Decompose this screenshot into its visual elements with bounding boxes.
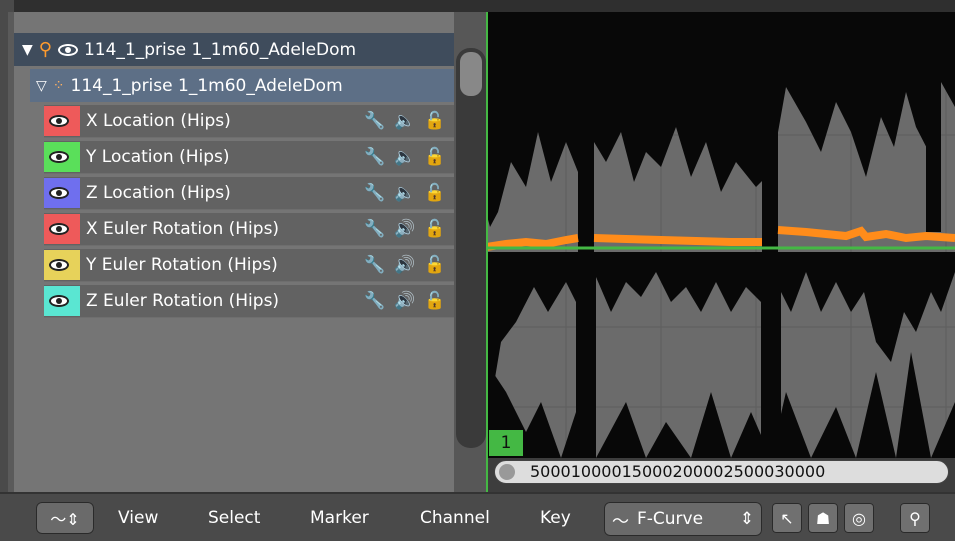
graph-canvas[interactable] xyxy=(486,12,955,458)
ghost-icon[interactable]: ☗ xyxy=(808,503,838,533)
fcurve-channel-row[interactable]: X Location (Hips) 🔧 🔈 🔓 xyxy=(44,105,454,138)
expand-triangle-icon[interactable]: ▽ xyxy=(36,78,47,94)
lower-noise-curves xyxy=(486,252,955,432)
menu-marker[interactable]: Marker xyxy=(310,508,369,528)
upper-noise-curves xyxy=(486,12,955,227)
expand-triangle-icon[interactable]: ▼ xyxy=(22,42,33,58)
frame-tick-label: 5000 xyxy=(530,462,571,481)
lock-open-icon[interactable]: 🔓 xyxy=(424,291,446,311)
fcurve-channel-name: Y Euler Rotation (Hips) xyxy=(86,255,278,275)
armature-icon: ⚲ xyxy=(38,39,52,60)
fcurve-channel-row[interactable]: Z Euler Rotation (Hips) 🔧 🔊 🔓 xyxy=(44,285,454,318)
fcurve-mode-select[interactable]: 〜 F-Curve ⇕ xyxy=(604,502,762,536)
speaker-muted-icon[interactable]: 🔈 xyxy=(394,111,416,131)
visibility-eye-icon[interactable] xyxy=(49,115,69,127)
curve-plot xyxy=(486,12,955,458)
frame-tick-label: 25000 xyxy=(723,462,775,481)
fcurve-channel-row[interactable]: Y Euler Rotation (Hips) 🔧 🔊 🔓 xyxy=(44,249,454,282)
visibility-eye-icon[interactable] xyxy=(49,295,69,307)
channel-color-swatch[interactable] xyxy=(44,142,80,172)
action-channel-row[interactable]: ▽ ⁘ 114_1_prise 1_1m60_AdeleDom xyxy=(30,69,454,102)
channel-color-swatch[interactable] xyxy=(44,106,80,136)
frame-tick-label: 15000 xyxy=(621,462,673,481)
menu-select[interactable]: Select xyxy=(208,508,260,528)
target-icon[interactable]: ◎ xyxy=(844,503,874,533)
header-toolbar: 〜⇕ View Select Marker Channel Key 〜 F-Cu… xyxy=(0,492,955,541)
menu-channel[interactable]: Channel xyxy=(420,508,490,528)
fcurve-channel-name: X Euler Rotation (Hips) xyxy=(86,219,280,239)
visibility-eye-icon[interactable] xyxy=(57,43,78,56)
lock-open-icon[interactable]: 🔓 xyxy=(424,183,446,203)
action-channel-name: 114_1_prise 1_1m60_AdeleDom xyxy=(70,75,343,96)
visibility-eye-icon[interactable] xyxy=(49,151,69,163)
zoom-icon[interactable]: ⚲ xyxy=(900,503,930,533)
fcurve-mode-label: F-Curve xyxy=(637,509,704,529)
editor-type-selector[interactable]: 〜⇕ xyxy=(36,502,94,534)
lock-open-icon[interactable]: 🔓 xyxy=(424,147,446,167)
action-icon: ⁘ xyxy=(52,77,65,94)
wrench-icon[interactable]: 🔧 xyxy=(364,111,386,131)
fcurve-channel-row[interactable]: X Euler Rotation (Hips) 🔧 🔊 🔓 xyxy=(44,213,454,246)
scrollbar-knob[interactable] xyxy=(499,464,515,480)
speaker-icon[interactable]: 🔊 xyxy=(394,219,416,239)
frame-tick-label: 10000 xyxy=(570,462,622,481)
fcurve-icon: 〜 xyxy=(612,511,629,532)
fcurve-channel-name: Y Location (Hips) xyxy=(86,147,230,167)
updown-chevron-icon: ⇕ xyxy=(739,509,754,529)
scrollbar-thumb[interactable] xyxy=(460,52,482,96)
fcurve-channel-name: Z Location (Hips) xyxy=(86,183,231,203)
object-channel-row[interactable]: ▼ ⚲ 114_1_prise 1_1m60_AdeleDom xyxy=(14,33,454,66)
current-frame-indicator-line[interactable] xyxy=(486,12,488,492)
channel-color-swatch[interactable] xyxy=(44,214,80,244)
fcurve-channel-name: Z Euler Rotation (Hips) xyxy=(86,291,280,311)
orange-rotation-curve xyxy=(486,226,955,251)
menu-key[interactable]: Key xyxy=(540,508,571,528)
wrench-icon[interactable]: 🔧 xyxy=(364,291,386,311)
fcurve-channel-row[interactable]: Z Location (Hips) 🔧 🔈 🔓 xyxy=(44,177,454,210)
channel-list: ▼ ⚲ 114_1_prise 1_1m60_AdeleDom ▽ ⁘ 114_… xyxy=(14,12,454,492)
vertical-scrollbar[interactable] xyxy=(456,48,486,448)
wrench-icon[interactable]: 🔧 xyxy=(364,219,386,239)
window-top-border xyxy=(0,0,955,12)
menu-view[interactable]: View xyxy=(118,508,158,528)
current-frame-badge[interactable]: 1 xyxy=(489,430,523,456)
speaker-muted-icon[interactable]: 🔈 xyxy=(394,183,416,203)
fcurve-channel-name: X Location (Hips) xyxy=(86,111,231,131)
speaker-icon[interactable]: 🔊 xyxy=(394,255,416,275)
fcurve-channel-row[interactable]: Y Location (Hips) 🔧 🔈 🔓 xyxy=(44,141,454,174)
speaker-muted-icon[interactable]: 🔈 xyxy=(394,147,416,167)
lock-open-icon[interactable]: 🔓 xyxy=(424,111,446,131)
speaker-icon[interactable]: 🔊 xyxy=(394,291,416,311)
channel-color-swatch[interactable] xyxy=(44,178,80,208)
wrench-icon[interactable]: 🔧 xyxy=(364,255,386,275)
wrench-icon[interactable]: 🔧 xyxy=(364,183,386,203)
channel-color-swatch[interactable] xyxy=(44,250,80,280)
wrench-icon[interactable]: 🔧 xyxy=(364,147,386,167)
channel-color-swatch[interactable] xyxy=(44,286,80,316)
lock-open-icon[interactable]: 🔓 xyxy=(424,255,446,275)
frame-ruler-labels: 5000 10000 15000 20000 25000 30000 xyxy=(530,462,825,481)
visibility-eye-icon[interactable] xyxy=(49,223,69,235)
visibility-eye-icon[interactable] xyxy=(49,259,69,271)
object-channel-name: 114_1_prise 1_1m60_AdeleDom xyxy=(83,39,357,60)
frame-tick-label: 20000 xyxy=(672,462,724,481)
cursor-icon[interactable]: ↖ xyxy=(772,503,802,533)
lock-open-icon[interactable]: 🔓 xyxy=(424,219,446,239)
visibility-eye-icon[interactable] xyxy=(49,187,69,199)
frame-tick-label: 30000 xyxy=(774,462,826,481)
graph-editor-icon: 〜⇕ xyxy=(50,510,80,529)
